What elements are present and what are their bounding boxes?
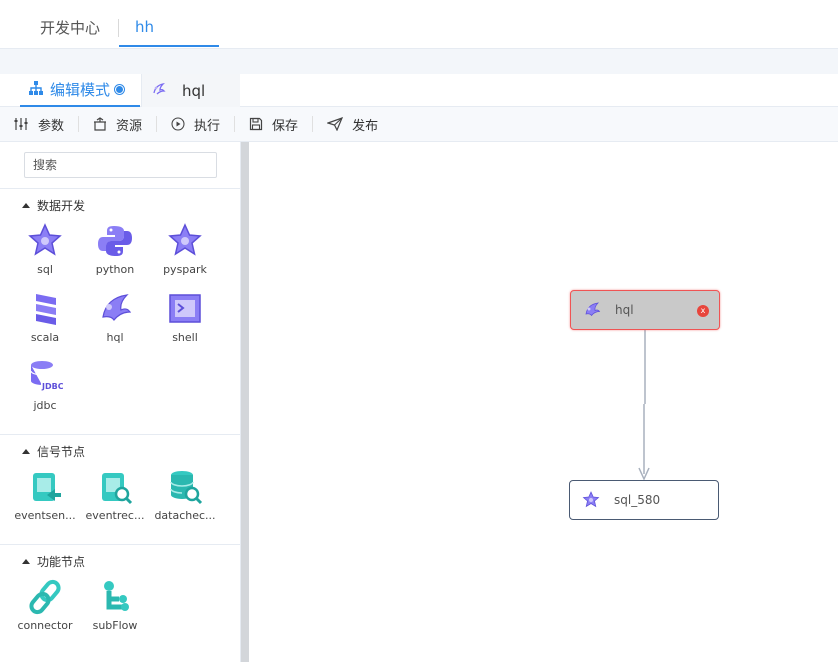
section-header[interactable]: 数据开发 (22, 197, 85, 214)
palette-item-label: subFlow (92, 619, 138, 632)
play-circle-icon (171, 117, 185, 131)
pyspark-icon (150, 223, 220, 259)
save-icon (249, 117, 263, 131)
palette-item-label: jdbc (33, 399, 57, 412)
event-receiver-icon (80, 469, 150, 505)
params-button[interactable]: 参数 (0, 107, 78, 142)
data-checker-icon (150, 469, 220, 505)
execute-label: 执行 (194, 118, 221, 134)
palette-item-scala[interactable]: scala (10, 291, 80, 344)
search-input[interactable] (24, 152, 217, 178)
workflow-node-sql[interactable]: sql_580 (569, 480, 719, 520)
toolbar: 参数 资源 执行 保存 发布 (0, 107, 838, 142)
workflow-edge (638, 330, 650, 481)
svg-text:JDBC: JDBC (41, 382, 63, 391)
palette-item-label: python (95, 263, 135, 276)
palette-item-eventsender[interactable]: eventsen... (10, 469, 80, 522)
section-header[interactable]: 信号节点 (22, 443, 85, 460)
box-icon (93, 117, 107, 131)
section-title: 功能节点 (37, 555, 86, 569)
palette-item-label: sql (37, 263, 53, 276)
app-root: 开发中心 hh 编辑模式 hql 参数 资源 执行 保存 发布 搜索 数据开发 … (0, 0, 838, 662)
hql-icon (583, 301, 601, 319)
sql-icon (582, 491, 600, 509)
section-header[interactable]: 功能节点 (22, 553, 85, 570)
section-data-dev: 数据开发 sql python pyspark scala hql shell … (0, 188, 241, 434)
publish-label: 发布 (352, 118, 379, 134)
jdbc-icon: JDBC (10, 359, 80, 395)
hql-icon (152, 81, 166, 100)
palette-item-connector[interactable]: connector (10, 579, 80, 632)
scala-icon (10, 291, 80, 327)
palette-item-label: hql (106, 331, 124, 344)
palette-item-label: datachec... (154, 509, 216, 522)
workflow-canvas[interactable]: hql x sql_580 (249, 142, 838, 662)
section-title: 信号节点 (37, 445, 86, 459)
unsaved-dot (115, 85, 125, 94)
link-icon (10, 579, 80, 615)
palette-item-label: pyspark (163, 263, 207, 276)
section-signal-nodes: 信号节点 eventsen... eventrec... datachec... (0, 434, 241, 544)
top-tab-bar: 开发中心 hh (0, 0, 838, 49)
params-label: 参数 (38, 118, 65, 134)
sql-icon (10, 223, 80, 259)
palette-item-python[interactable]: python (80, 223, 150, 276)
caret-up-icon (22, 449, 30, 454)
palette-item-label: eventsen... (14, 509, 76, 522)
tab-dev-center[interactable]: 开发中心 (40, 0, 100, 49)
hql-icon (80, 291, 150, 327)
delete-node-button[interactable]: x (697, 305, 709, 317)
tab-hql[interactable]: hql (141, 74, 240, 107)
publish-button[interactable]: 发布 (313, 107, 392, 142)
send-icon (327, 117, 344, 131)
sitemap-icon (28, 80, 44, 100)
tab-divider (118, 19, 119, 37)
palette-item-sql[interactable]: sql (10, 223, 80, 276)
header-spacer (0, 49, 838, 74)
palette-item-subflow[interactable]: subFlow (80, 579, 150, 632)
shell-icon (150, 291, 220, 327)
palette-item-label: eventrec... (85, 509, 145, 522)
palette-item-hql[interactable]: hql (80, 291, 150, 344)
resources-label: 资源 (116, 118, 143, 134)
save-label: 保存 (272, 118, 299, 134)
node-label: hql (615, 303, 634, 317)
node-label: sql_580 (614, 493, 661, 507)
node-palette: 数据开发 sql python pyspark (0, 142, 241, 662)
subflow-icon (80, 579, 150, 615)
palette-item-pyspark[interactable]: pyspark (150, 223, 220, 276)
tab-hh[interactable]: hh (135, 0, 154, 49)
python-icon (80, 223, 150, 259)
resources-button[interactable]: 资源 (79, 107, 156, 142)
sliders-icon (14, 117, 29, 131)
palette-item-jdbc[interactable]: JDBC jdbc (10, 359, 80, 412)
section-title: 数据开发 (37, 199, 86, 213)
palette-item-label: scala (30, 331, 60, 344)
tab-hql-label: hql (182, 81, 206, 100)
section-function-nodes: 功能节点 connector subFlow (0, 544, 241, 654)
editor-tab-bar: 编辑模式 hql (0, 74, 838, 107)
palette-item-datachecker[interactable]: datachec... (150, 469, 220, 522)
sidebar-scrollbar[interactable] (241, 142, 249, 662)
caret-up-icon (22, 203, 30, 208)
palette-item-shell[interactable]: shell (150, 291, 220, 344)
workflow-node-hql[interactable]: hql x (570, 290, 720, 330)
palette-item-eventreceiver[interactable]: eventrec... (80, 469, 150, 522)
palette-item-label: connector (17, 619, 73, 632)
event-sender-icon (10, 469, 80, 505)
tab-edit-mode-label: 编辑模式 (50, 81, 111, 99)
palette-item-label: shell (172, 331, 198, 344)
caret-up-icon (22, 559, 30, 564)
active-tab-indicator (119, 45, 219, 47)
execute-button[interactable]: 执行 (157, 107, 234, 142)
save-button[interactable]: 保存 (235, 107, 312, 142)
tab-edit-mode[interactable]: 编辑模式 (20, 74, 140, 107)
